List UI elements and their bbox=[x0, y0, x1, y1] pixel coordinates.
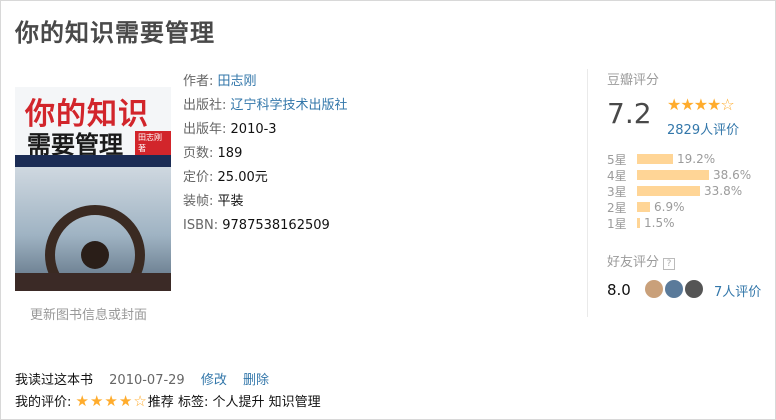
friends-score: 8.0 bbox=[607, 281, 631, 299]
rating-bar bbox=[637, 154, 673, 164]
my-stars-icon: ★★★★☆ bbox=[75, 392, 148, 410]
info-row-pubyear: 出版年: 2010-3 bbox=[183, 118, 348, 142]
avatar[interactable] bbox=[685, 280, 703, 298]
friend-avatars bbox=[645, 280, 703, 298]
rating-bar bbox=[637, 218, 640, 228]
avatar[interactable] bbox=[645, 280, 663, 298]
my-rating-label: 我的评价: bbox=[15, 395, 72, 410]
rating-distribution: 5星 19.2% 4星 38.6% 3星 33.8% 2星 6.9% 1星 1.… bbox=[607, 151, 751, 231]
book-cover[interactable]: 你的知识 需要管理 田志刚著 bbox=[15, 87, 171, 291]
isbn-label: ISBN: bbox=[183, 218, 219, 233]
pubyear-value: 2010-3 bbox=[230, 122, 277, 137]
price-label: 定价: bbox=[183, 170, 214, 185]
cover-band bbox=[15, 155, 171, 167]
info-row-author: 作者: 田志刚 bbox=[183, 70, 348, 94]
edit-link[interactable]: 修改 bbox=[201, 373, 227, 388]
info-row-binding: 装帧: 平装 bbox=[183, 190, 348, 214]
publisher-label: 出版社: bbox=[183, 98, 227, 113]
author-link[interactable]: 田志刚 bbox=[218, 74, 257, 89]
cover-bottom bbox=[15, 273, 171, 291]
rating-bar-row: 2星 6.9% bbox=[607, 199, 751, 215]
delete-link[interactable]: 删除 bbox=[243, 373, 269, 388]
rating-divider bbox=[587, 69, 588, 317]
author-label: 作者: bbox=[183, 74, 214, 89]
info-row-price: 定价: 25.00元 bbox=[183, 166, 348, 190]
friends-rating-text: 好友评分 bbox=[607, 255, 660, 270]
star-level-label: 1星 bbox=[607, 216, 627, 231]
rating-bar-row: 4星 38.6% bbox=[607, 167, 751, 183]
recommend-text: 推荐 bbox=[147, 395, 174, 410]
friends-count-link[interactable]: 7人评价 bbox=[714, 281, 761, 300]
ship-wheel-hub bbox=[81, 241, 109, 269]
rating-stars-icon: ★★★★☆ bbox=[667, 95, 735, 114]
douban-rating-label: 豆瓣评分 bbox=[607, 73, 660, 88]
read-label: 我读过这本书 bbox=[15, 373, 94, 388]
rating-percent: 19.2% bbox=[677, 152, 716, 166]
rating-percent: 6.9% bbox=[654, 200, 685, 214]
page-title: 你的知识需要管理 bbox=[15, 19, 215, 47]
info-row-isbn: ISBN: 9787538162509 bbox=[183, 214, 348, 238]
star-level-label: 5星 bbox=[607, 152, 627, 167]
binding-label: 装帧: bbox=[183, 194, 214, 209]
isbn-value: 9787538162509 bbox=[222, 218, 330, 233]
rating-percent: 38.6% bbox=[713, 168, 752, 182]
star-level-label: 2星 bbox=[607, 200, 627, 215]
pubyear-label: 出版年: bbox=[183, 122, 227, 137]
rating-percent: 1.5% bbox=[644, 216, 675, 230]
rating-bar bbox=[637, 202, 650, 212]
help-icon[interactable]: ? bbox=[663, 258, 676, 270]
price-value: 25.00元 bbox=[217, 170, 268, 185]
rating-bar-row: 3星 33.8% bbox=[607, 183, 751, 199]
rating-percent: 33.8% bbox=[704, 184, 743, 198]
my-rating: 我的评价: ★★★★☆推荐 标签: 个人提升 知识管理 bbox=[15, 391, 321, 410]
tags-value: 个人提升 知识管理 bbox=[212, 395, 321, 410]
publisher-link[interactable]: 辽宁科学技术出版社 bbox=[231, 98, 348, 113]
rating-bar-row: 1星 1.5% bbox=[607, 215, 751, 231]
pages-label: 页数: bbox=[183, 146, 214, 161]
avatar[interactable] bbox=[665, 280, 683, 298]
binding-value: 平装 bbox=[217, 194, 244, 209]
tags-label: 标签: bbox=[177, 395, 209, 410]
update-cover-link[interactable]: 更新图书信息或封面 bbox=[30, 304, 147, 323]
rating-count-link[interactable]: 2829人评价 bbox=[667, 119, 739, 138]
read-date: 2010-07-29 bbox=[109, 373, 185, 388]
info-row-publisher: 出版社: 辽宁科学技术出版社 bbox=[183, 94, 348, 118]
pages-value: 189 bbox=[217, 146, 243, 161]
rating-bar bbox=[637, 186, 700, 196]
info-row-pages: 页数: 189 bbox=[183, 142, 348, 166]
read-status: 我读过这本书 2010-07-29 修改 删除 bbox=[15, 369, 281, 388]
star-level-label: 3星 bbox=[607, 184, 627, 199]
rating-bar-row: 5星 19.2% bbox=[607, 151, 751, 167]
rating-bar bbox=[637, 170, 709, 180]
book-info: 作者: 田志刚 出版社: 辽宁科学技术出版社 出版年: 2010-3 页数: 1… bbox=[183, 70, 348, 238]
cover-author-tag: 田志刚著 bbox=[135, 131, 171, 155]
friends-rating-label: 好友评分? bbox=[607, 251, 676, 270]
douban-score: 7.2 bbox=[607, 97, 652, 130]
star-level-label: 4星 bbox=[607, 168, 627, 183]
